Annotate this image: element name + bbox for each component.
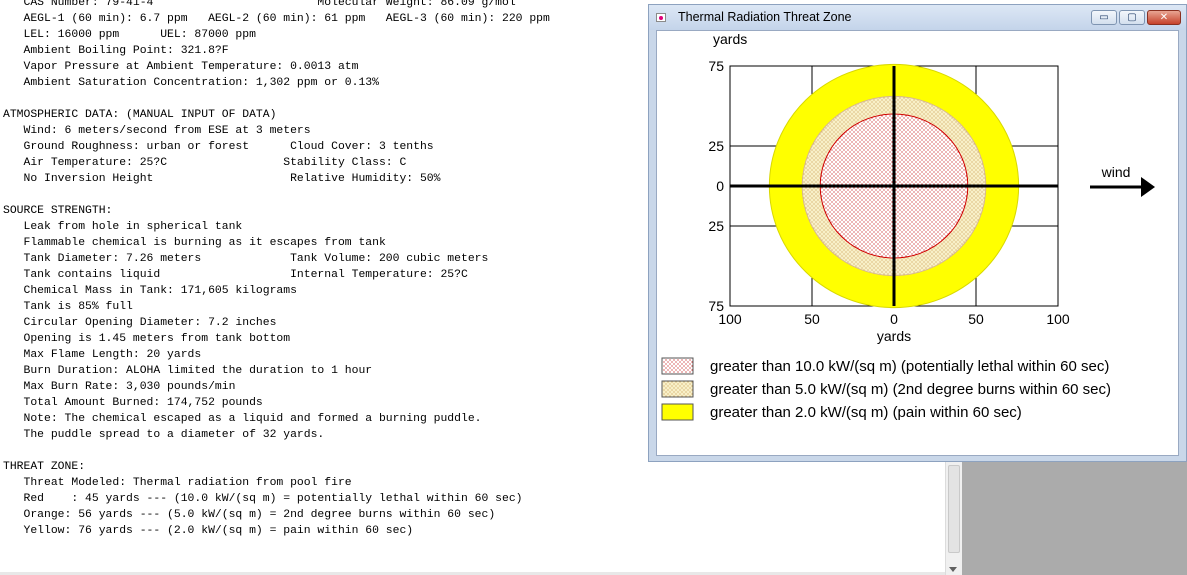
threat-zone-plot: 752502575100 50 0 50 100yardsyardswind great…: [661, 31, 1155, 421]
threat-zone-window[interactable]: Thermal Radiation Threat Zone ▭ ▢ ✕ 75 2…: [648, 4, 1187, 462]
y-tick-label: 25: [708, 138, 724, 154]
wind-label: wind: [1101, 164, 1131, 180]
legend-swatch: [661, 403, 694, 421]
legend-label: greater than 2.0 kW/(sq m) (pain within …: [710, 404, 1022, 421]
x-tick-label: 0: [890, 311, 898, 327]
x-tick-label: 50: [968, 311, 984, 327]
report-text: CAS Number: 79-41-4 Molecular Weight: 86…: [3, 0, 550, 537]
vertical-scrollbar[interactable]: [945, 462, 962, 575]
scroll-down-arrow-icon[interactable]: [949, 567, 957, 572]
y-axis-unit: yards: [713, 31, 747, 47]
y-tick-label: 25: [708, 218, 724, 234]
y-tick-label: 75: [708, 58, 724, 74]
legend-label: greater than 5.0 kW/(sq m) (2nd degree b…: [710, 381, 1111, 398]
x-tick-label: 50: [804, 311, 820, 327]
x-tick-label: 100: [1046, 311, 1070, 327]
window-title: Thermal Radiation Threat Zone: [678, 10, 852, 24]
maximize-button[interactable]: ▢: [1119, 10, 1145, 25]
app-icon: [656, 13, 666, 22]
background-area: [962, 462, 1187, 575]
legend-label: greater than 10.0 kW/(sq m) (potentially…: [710, 358, 1109, 375]
wind-arrow-icon: [1141, 177, 1155, 197]
plot-client-area: 75 25 0 25 75 100 50 0 50 100 yards yards wind great…: [656, 30, 1179, 456]
legend-swatch: [661, 380, 694, 398]
scrollbar-thumb[interactable]: [948, 465, 960, 553]
x-axis-unit: yards: [877, 328, 911, 344]
legend-swatch: [661, 357, 694, 375]
x-tick-label: 100: [718, 311, 742, 327]
window-titlebar[interactable]: Thermal Radiation Threat Zone ▭ ▢ ✕: [649, 5, 1186, 30]
close-button[interactable]: ✕: [1147, 10, 1181, 25]
y-tick-label: 0: [716, 178, 724, 194]
minimize-button[interactable]: ▭: [1091, 10, 1117, 25]
